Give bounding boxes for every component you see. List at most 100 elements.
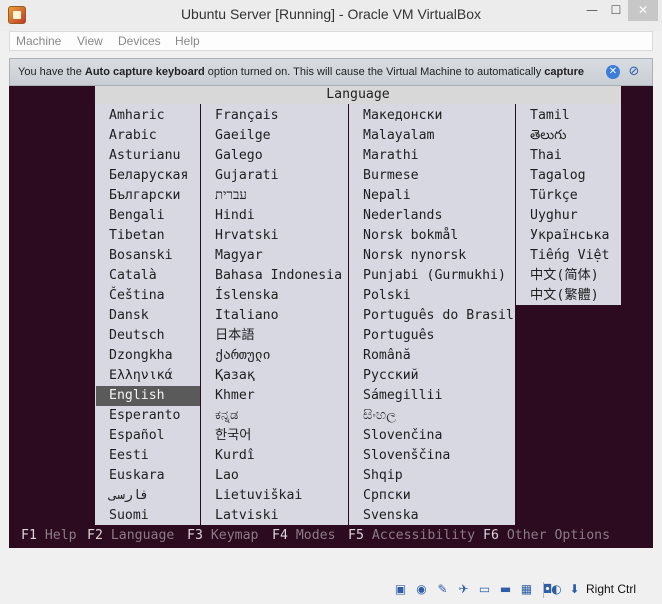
language-option[interactable]: ქართული [215, 346, 271, 366]
language-option[interactable]: Deutsch [109, 326, 165, 346]
language-option[interactable]: Punjabi (Gurmukhi) [363, 266, 506, 286]
function-key-label: Language [110, 528, 175, 543]
language-option[interactable]: Nepali [363, 186, 411, 206]
language-option[interactable]: Kurdî [215, 446, 255, 466]
language-option[interactable]: Uyghur [530, 206, 578, 226]
language-option[interactable]: فارسی [109, 486, 149, 506]
mouse-integration-icon[interactable]: ◐ [549, 582, 564, 597]
language-option[interactable]: Norsk nynorsk [363, 246, 466, 266]
function-key-f6[interactable]: F6 Other Options [483, 528, 610, 543]
menu-view[interactable]: View [77, 34, 103, 48]
language-option[interactable]: සිංහල [363, 406, 396, 426]
language-option[interactable]: Қазақ [215, 366, 255, 386]
close-button[interactable]: ✕ [628, 0, 658, 21]
language-option[interactable]: Lietuviškai [215, 486, 302, 506]
language-option[interactable]: Shqip [363, 466, 403, 486]
notice-do-not-show-icon[interactable]: ⊘ [626, 64, 642, 80]
language-option[interactable]: Català [109, 266, 157, 286]
maximize-button[interactable]: ☐ [605, 0, 627, 21]
language-option[interactable]: Македонски [363, 106, 442, 126]
language-option[interactable]: Euskara [109, 466, 165, 486]
language-option[interactable]: Nederlands [363, 206, 442, 226]
language-option[interactable]: Hindi [215, 206, 255, 226]
language-option[interactable]: 日本語 [215, 326, 255, 346]
language-option[interactable]: Íslenska [215, 286, 279, 306]
language-option[interactable]: Dansk [109, 306, 149, 326]
usb-icon[interactable]: ✎ [435, 582, 450, 597]
language-option[interactable]: Dzongkha [109, 346, 173, 366]
menu-help[interactable]: Help [175, 34, 200, 48]
language-option[interactable]: Français [215, 106, 279, 126]
language-option[interactable]: Čeština [109, 286, 165, 306]
hard-disk-icon[interactable]: ▣ [393, 582, 408, 597]
language-option[interactable]: 中文(繁體) [530, 286, 599, 306]
menu-machine[interactable]: Machine [16, 34, 61, 48]
language-option[interactable]: Türkçe [530, 186, 578, 206]
display-icon[interactable]: ▬ [498, 582, 513, 597]
language-option[interactable]: Magyar [215, 246, 263, 266]
language-option[interactable]: Amharic [109, 106, 165, 126]
language-option[interactable]: Lao [215, 466, 239, 486]
language-option[interactable]: Bengali [109, 206, 165, 226]
function-key-f4[interactable]: F4 Modes [272, 528, 336, 543]
language-option[interactable]: Polski [363, 286, 411, 306]
language-option[interactable]: Українська [530, 226, 609, 246]
language-option[interactable]: Беларуская [109, 166, 188, 186]
vm-screen[interactable]: Language Amharic Arabic Asturianu Беларуска… [9, 86, 653, 548]
menu-devices[interactable]: Devices [118, 34, 161, 48]
language-option[interactable]: Esperanto [109, 406, 180, 426]
language-option[interactable]: Tiếng Việt [530, 246, 609, 266]
language-option[interactable]: Română [363, 346, 411, 366]
optical-drive-icon[interactable]: ◉ [414, 582, 429, 597]
language-option[interactable]: 中文(简体) [530, 266, 599, 286]
language-option[interactable]: Español [109, 426, 165, 446]
language-option[interactable]: Tagalog [530, 166, 586, 186]
language-option[interactable]: Suomi [109, 506, 149, 526]
language-option[interactable]: Bosanski [109, 246, 173, 266]
language-option[interactable]: Tibetan [109, 226, 165, 246]
language-option[interactable]: Khmer [215, 386, 255, 406]
minimize-button[interactable]: — [580, 0, 604, 21]
function-key-f3[interactable]: F3 Keymap [187, 528, 258, 543]
language-option[interactable]: Malayalam [363, 126, 434, 146]
language-option[interactable]: Slovenčina [363, 426, 442, 446]
audio-icon[interactable]: ✈ [456, 582, 471, 597]
language-option[interactable]: Tamil [530, 106, 570, 126]
language-option[interactable]: Slovenščina [363, 446, 450, 466]
language-option-selected[interactable]: English [96, 386, 200, 406]
language-option[interactable]: Eesti [109, 446, 149, 466]
notice-close-icon[interactable]: ✕ [606, 65, 620, 79]
status-bar-separator [543, 582, 544, 598]
language-option[interactable]: Italiano [215, 306, 279, 326]
language-option[interactable]: 한국어 [215, 426, 251, 446]
function-key-f5[interactable]: F5 Accessibility [348, 528, 475, 543]
language-option[interactable]: Sámegillii [363, 386, 442, 406]
shared-folders-icon[interactable]: ▭ [477, 582, 492, 597]
language-option[interactable]: Burmese [363, 166, 419, 186]
network-icon[interactable]: ▦ [519, 582, 534, 597]
function-key-f2[interactable]: F2 Language [87, 528, 174, 543]
language-option[interactable]: Galego [215, 146, 263, 166]
language-option[interactable]: Svenska [363, 506, 419, 526]
language-option[interactable]: Ελληνικά [109, 366, 173, 386]
language-option[interactable]: Latviski [215, 506, 279, 526]
language-option[interactable]: Српски [363, 486, 411, 506]
language-option[interactable]: Gaeilge [215, 126, 271, 146]
language-option[interactable]: ಕನ್ನಡ [215, 406, 238, 426]
language-option[interactable]: Русский [363, 366, 419, 386]
language-option[interactable]: Hrvatski [215, 226, 279, 246]
language-option[interactable]: Asturianu [109, 146, 180, 166]
language-option[interactable]: Português do Brasil [363, 306, 514, 326]
language-option[interactable]: తెలుగు [530, 126, 566, 146]
language-option[interactable]: Thai [530, 146, 562, 166]
function-key-f1[interactable]: F1 Help [21, 528, 77, 543]
language-option[interactable]: עברית [215, 186, 247, 206]
language-option[interactable]: Português [363, 326, 434, 346]
language-option[interactable]: Arabic [109, 126, 157, 146]
language-option[interactable]: Norsk bokmål [363, 226, 458, 246]
language-option[interactable]: Gujarati [215, 166, 279, 186]
language-option[interactable]: Marathi [363, 146, 419, 166]
keyboard-capture-icon[interactable]: ⬇ [567, 582, 582, 597]
language-option[interactable]: Български [109, 186, 180, 206]
language-option[interactable]: Bahasa Indonesia [215, 266, 342, 286]
